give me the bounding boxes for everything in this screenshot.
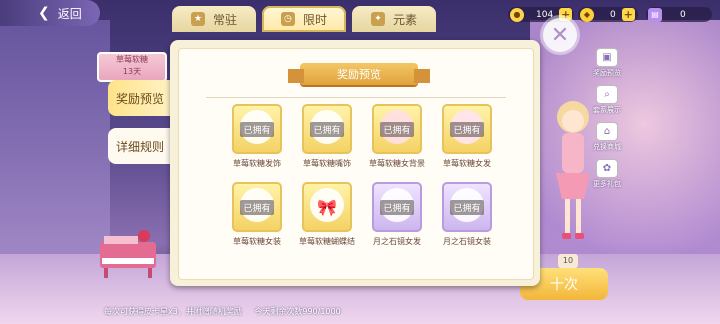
reward-item[interactable]: 已拥有 草莓软糖女装 <box>222 182 292 254</box>
owned-badge: 已拥有 <box>240 199 274 215</box>
reward-name: 草莓软糖发饰 <box>233 159 281 168</box>
draw-count-badge: 10 <box>558 254 578 268</box>
reward-grid: 已拥有 草莓软糖发饰 已拥有 草莓软糖嘴饰 已拥有 草莓软糖女背景 已拥有 草莓… <box>222 104 512 254</box>
diamond-icon: ◆ <box>580 7 594 22</box>
back-label: 返回 <box>57 6 82 21</box>
owned-badge: 已拥有 <box>380 199 414 215</box>
event-banner-days: 13天 <box>122 67 142 76</box>
tab-limited[interactable]: ◷ 限时 <box>262 6 346 32</box>
tab-regular[interactable]: ★ 常驻 <box>172 6 256 32</box>
menu-label: 兑换商城 <box>593 143 621 151</box>
reward-item[interactable]: 已拥有 草莓软糖女发 <box>432 104 502 176</box>
modal-title-text: 奖励预览 <box>337 68 381 81</box>
close-button[interactable]: ✕ <box>543 18 577 52</box>
reward-card: 已拥有 <box>302 104 352 154</box>
reward-name: 草莓软糖女发 <box>443 159 491 168</box>
top-bar: ❮ 返回 ★ 常驻 ◷ 限时 ✦ 元素 ● 104 + ◆ 0 + ▤ 0 <box>0 0 720 32</box>
owned-badge: 已拥有 <box>450 121 484 137</box>
side-tab-reward-preview[interactable]: 奖励预览 <box>108 80 172 116</box>
side-tab-rules[interactable]: 详细规则 <box>108 128 172 164</box>
reward-name: 草莓软糖女装 <box>233 237 281 246</box>
element-icon: ✦ <box>370 12 385 26</box>
coin-value: 104 <box>536 9 554 20</box>
modal-title: 奖励预览 <box>288 63 430 85</box>
menu-reward-preview[interactable]: ▣ 奖励预览 <box>590 48 624 78</box>
star-tag-icon: ★ <box>190 12 205 26</box>
footer-info: 每次可获得皮卡星x3，并附赠随机奖励 今天剩余次数990/1000 <box>104 306 341 317</box>
timer-icon: ◷ <box>280 12 295 26</box>
draw-button-label: 十次 <box>550 277 578 293</box>
reward-card: 已拥有 <box>232 182 282 232</box>
modal-divider <box>206 97 506 98</box>
ticket-counter: ▤ 0 <box>646 7 712 22</box>
reward-card: 已拥有 <box>372 182 422 232</box>
reward-name: 月之石镜女发 <box>373 237 421 246</box>
reward-name: 月之石镜女装 <box>443 237 491 246</box>
bow-icon: 🎀 <box>317 197 337 217</box>
shop-icon: ⌂ <box>596 122 618 141</box>
piano-decoration <box>100 230 156 278</box>
ticket-value: 0 <box>680 9 686 20</box>
menu-label: 更多礼包 <box>593 180 621 188</box>
reward-item[interactable]: 已拥有 草莓软糖发饰 <box>222 104 292 176</box>
coin-icon: ● <box>510 7 524 22</box>
owned-badge: 已拥有 <box>240 121 274 137</box>
reward-card: 已拥有 <box>442 104 492 154</box>
tab-label: 元素 <box>392 12 417 27</box>
gift-icon: ✿ <box>596 159 618 178</box>
diamond-counter: ◆ 0 + <box>578 7 638 22</box>
close-icon: ✕ <box>550 22 570 48</box>
reward-item[interactable]: 已拥有 月之石镜女发 <box>362 182 432 254</box>
reward-card: 🎀 <box>302 182 352 232</box>
reward-card: 已拥有 <box>372 104 422 154</box>
category-tabs: ★ 常驻 ◷ 限时 ✦ 元素 <box>172 6 436 32</box>
back-arrow-icon: ❮ <box>38 5 50 21</box>
reward-item[interactable]: 已拥有 草莓软糖女背景 <box>362 104 432 176</box>
menu-label: 奖励预览 <box>593 69 621 77</box>
add-diamond-button[interactable]: + <box>621 8 635 21</box>
reward-item[interactable]: 已拥有 月之石镜女装 <box>432 182 502 254</box>
search-icon: ⌕ <box>596 85 618 104</box>
background-left-panel <box>0 20 110 260</box>
footer-remaining: 今天剩余次数990/1000 <box>254 307 341 316</box>
gift-box-icon: ▣ <box>596 48 618 67</box>
event-banner-title: 草莓软糖 <box>116 55 148 64</box>
footer-note: 每次可获得皮卡星x3，并附赠随机奖励 <box>104 307 242 316</box>
reward-card: 已拥有 <box>442 182 492 232</box>
owned-badge: 已拥有 <box>450 199 484 215</box>
tab-label: 常驻 <box>212 12 237 27</box>
ticket-icon: ▤ <box>648 7 662 22</box>
diamond-value: 0 <box>610 9 616 20</box>
back-button[interactable]: ❮ 返回 <box>0 0 100 26</box>
reward-name: 草莓软糖蝴蝶结 <box>299 237 355 246</box>
side-tab-label: 详细规则 <box>115 139 164 154</box>
reward-name: 草莓软糖女背景 <box>369 159 425 168</box>
reward-item[interactable]: 🎀 草莓软糖蝴蝶结 <box>292 182 362 254</box>
owned-badge: 已拥有 <box>380 121 414 137</box>
owned-badge: 已拥有 <box>310 121 344 137</box>
reward-card: 已拥有 <box>232 104 282 154</box>
reward-item[interactable]: 已拥有 草莓软糖嘴饰 <box>292 104 362 176</box>
tab-label: 限时 <box>302 12 327 27</box>
side-tab-label: 奖励预览 <box>115 91 164 106</box>
event-banner: 草莓软糖 13天 <box>97 52 167 82</box>
menu-label: 套系展示 <box>593 106 621 114</box>
tab-element[interactable]: ✦ 元素 <box>352 6 436 32</box>
reward-name: 草莓软糖嘴饰 <box>303 159 351 168</box>
character-figure <box>556 101 590 239</box>
